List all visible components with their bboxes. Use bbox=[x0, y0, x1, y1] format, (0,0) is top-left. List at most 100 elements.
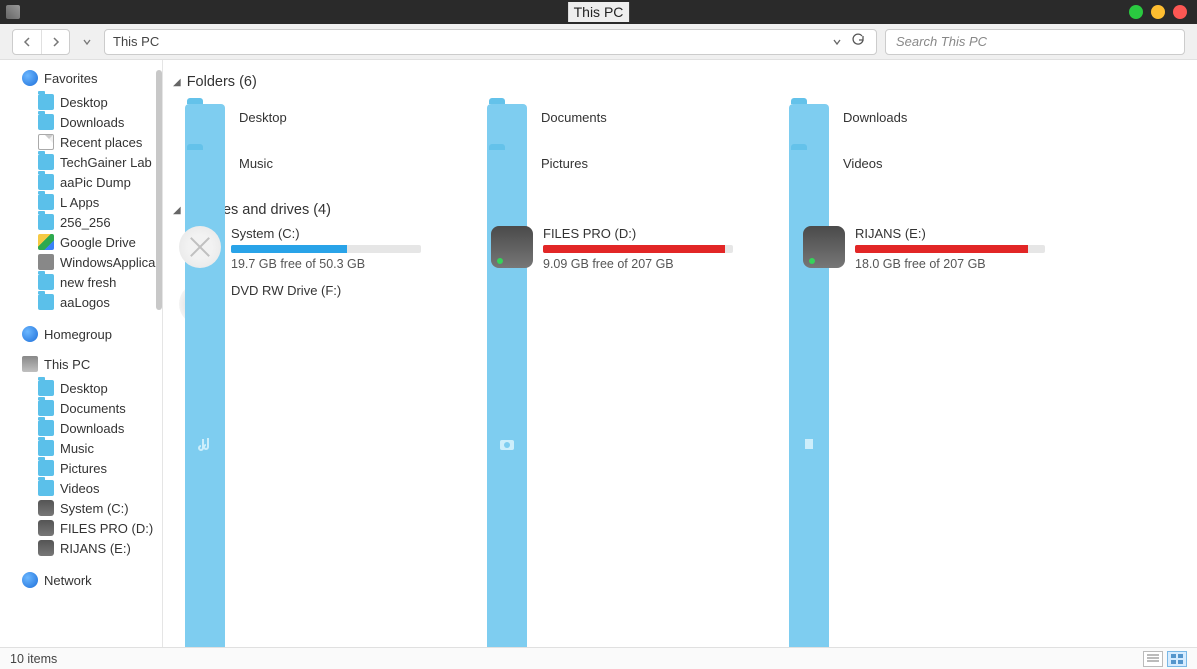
address-dropdown[interactable] bbox=[830, 34, 844, 49]
maximize-button[interactable] bbox=[1151, 5, 1165, 19]
folder-icon bbox=[38, 194, 54, 210]
sidebar-item[interactable]: Videos bbox=[22, 478, 162, 498]
sidebar-item[interactable]: Documents bbox=[22, 398, 162, 418]
sidebar-item[interactable]: RIJANS (E:) bbox=[22, 538, 162, 558]
sidebar-section-header[interactable]: This PC bbox=[22, 356, 162, 372]
folder-label: Downloads bbox=[843, 110, 907, 125]
chevron-right-icon bbox=[51, 37, 61, 47]
collapse-icon: ◢ bbox=[173, 205, 181, 216]
sidebar-item[interactable]: Pictures bbox=[22, 458, 162, 478]
sidebar-item[interactable]: WindowsApplica bbox=[22, 252, 162, 272]
search-input[interactable]: Search This PC bbox=[885, 29, 1185, 55]
drive-info: System (C:)19.7 GB free of 50.3 GB bbox=[231, 226, 479, 271]
toolbar: This PC Search This PC bbox=[0, 24, 1197, 60]
drive-icon bbox=[491, 226, 533, 268]
folder-label: Desktop bbox=[239, 110, 287, 125]
sidebar-item[interactable]: Downloads bbox=[22, 418, 162, 438]
drive-status: 18.0 GB free of 207 GB bbox=[855, 257, 1103, 271]
folder-icon bbox=[38, 94, 54, 110]
sidebar-item[interactable]: aaLogos bbox=[22, 292, 162, 312]
sidebar-scrollbar[interactable] bbox=[156, 70, 162, 310]
sidebar-item-label: L Apps bbox=[60, 195, 99, 210]
globe-icon bbox=[22, 70, 38, 86]
drive-name: RIJANS (E:) bbox=[855, 226, 1103, 241]
sidebar-item-label: Videos bbox=[60, 481, 100, 496]
folder-item[interactable]: Downloads bbox=[787, 98, 1077, 136]
folder-icon bbox=[38, 214, 54, 230]
drive-status: 9.09 GB free of 207 GB bbox=[543, 257, 791, 271]
folder-item[interactable]: Pictures bbox=[485, 144, 775, 182]
folder-icon bbox=[38, 174, 54, 190]
folder-icon bbox=[38, 380, 54, 396]
sidebar-section-header[interactable]: Favorites bbox=[22, 70, 162, 86]
folder-label: Pictures bbox=[541, 156, 588, 171]
sidebar-item[interactable]: 256_256 bbox=[22, 212, 162, 232]
sidebar: FavoritesDesktopDownloadsRecent placesTe… bbox=[0, 60, 163, 647]
sidebar-item-label: RIJANS (E:) bbox=[60, 541, 131, 556]
recent-locations-button[interactable] bbox=[78, 30, 96, 54]
sidebar-item[interactable]: Downloads bbox=[22, 112, 162, 132]
sidebar-section: Homegroup bbox=[0, 326, 162, 342]
sidebar-item[interactable]: new fresh bbox=[22, 272, 162, 292]
sidebar-section-header[interactable]: Homegroup bbox=[22, 326, 162, 342]
view-mode-toggle bbox=[1143, 651, 1187, 667]
folder-icon bbox=[38, 400, 54, 416]
sidebar-item[interactable]: L Apps bbox=[22, 192, 162, 212]
group-header-folders[interactable]: ◢ Folders (6) bbox=[173, 74, 1187, 90]
globe-icon bbox=[22, 326, 38, 342]
sidebar-item-label: Recent places bbox=[60, 135, 142, 150]
folder-icon bbox=[485, 98, 529, 136]
sidebar-item-label: Downloads bbox=[60, 421, 124, 436]
folder-item[interactable]: Music bbox=[183, 144, 473, 182]
disk-icon bbox=[38, 500, 54, 516]
sidebar-item-label: FILES PRO (D:) bbox=[60, 521, 153, 536]
sidebar-item-label: WindowsApplica bbox=[60, 255, 155, 270]
sidebar-item[interactable]: Google Drive bbox=[22, 232, 162, 252]
sidebar-item-label: aaPic Dump bbox=[60, 175, 131, 190]
drive-info: RIJANS (E:) 18.0 GB free of 207 GB bbox=[855, 226, 1103, 271]
group-header-drives[interactable]: ◢ Devices and drives (4) bbox=[173, 202, 1187, 218]
view-tiles-button[interactable] bbox=[1167, 651, 1187, 667]
sidebar-section: This PC DesktopDocuments Downloads Music Pic… bbox=[0, 356, 162, 558]
drive-usage-bar bbox=[855, 245, 1045, 253]
sidebar-item[interactable]: Music bbox=[22, 438, 162, 458]
folder-icon bbox=[38, 480, 54, 496]
collapse-icon: ◢ bbox=[173, 77, 181, 88]
sidebar-item-label: Music bbox=[60, 441, 94, 456]
sidebar-item-label: TechGainer Lab bbox=[60, 155, 152, 170]
view-details-button[interactable] bbox=[1143, 651, 1163, 667]
sidebar-item[interactable]: Desktop bbox=[22, 92, 162, 112]
folder-icon bbox=[38, 460, 54, 476]
folder-icon bbox=[38, 440, 54, 456]
drive-icon bbox=[179, 226, 221, 268]
drive-info: DVD RW Drive (F:) bbox=[231, 283, 479, 325]
minimize-button[interactable] bbox=[1129, 5, 1143, 19]
drive-icon bbox=[803, 226, 845, 268]
back-button[interactable] bbox=[13, 30, 41, 54]
drive-item[interactable]: RIJANS (E:) 18.0 GB free of 207 GB bbox=[803, 226, 1103, 271]
forward-button[interactable] bbox=[41, 30, 69, 54]
sidebar-item[interactable]: FILES PRO (D:) bbox=[22, 518, 162, 538]
folder-icon bbox=[38, 154, 54, 170]
gray-icon bbox=[38, 254, 54, 270]
drives-grid: System (C:)19.7 GB free of 50.3 GB FILES … bbox=[179, 226, 1187, 325]
folder-item[interactable]: Desktop bbox=[183, 98, 473, 136]
folder-item[interactable]: Documents bbox=[485, 98, 775, 136]
refresh-icon bbox=[851, 33, 865, 47]
sidebar-item[interactable]: Recent places bbox=[22, 132, 162, 152]
refresh-button[interactable] bbox=[848, 33, 868, 50]
sidebar-section-header[interactable]: Network bbox=[22, 572, 162, 588]
drive-item[interactable]: FILES PRO (D:)9.09 GB free of 207 GB bbox=[491, 226, 791, 271]
sidebar-section: Favorites DesktopDownloads Recent places Te… bbox=[0, 70, 162, 312]
chevron-down-icon bbox=[833, 38, 841, 46]
sidebar-item[interactable]: TechGainer Lab bbox=[22, 152, 162, 172]
close-button[interactable] bbox=[1173, 5, 1187, 19]
tiles-icon bbox=[1171, 654, 1183, 664]
main-pane: ◢ Folders (6) Desktop Documents Downloads M… bbox=[163, 60, 1197, 647]
drive-usage-bar bbox=[231, 245, 421, 253]
folder-item[interactable]: Videos bbox=[787, 144, 1077, 182]
address-bar[interactable]: This PC bbox=[104, 29, 877, 55]
sidebar-item[interactable]: aaPic Dump bbox=[22, 172, 162, 192]
sidebar-item[interactable]: System (C:) bbox=[22, 498, 162, 518]
sidebar-item[interactable]: Desktop bbox=[22, 378, 162, 398]
